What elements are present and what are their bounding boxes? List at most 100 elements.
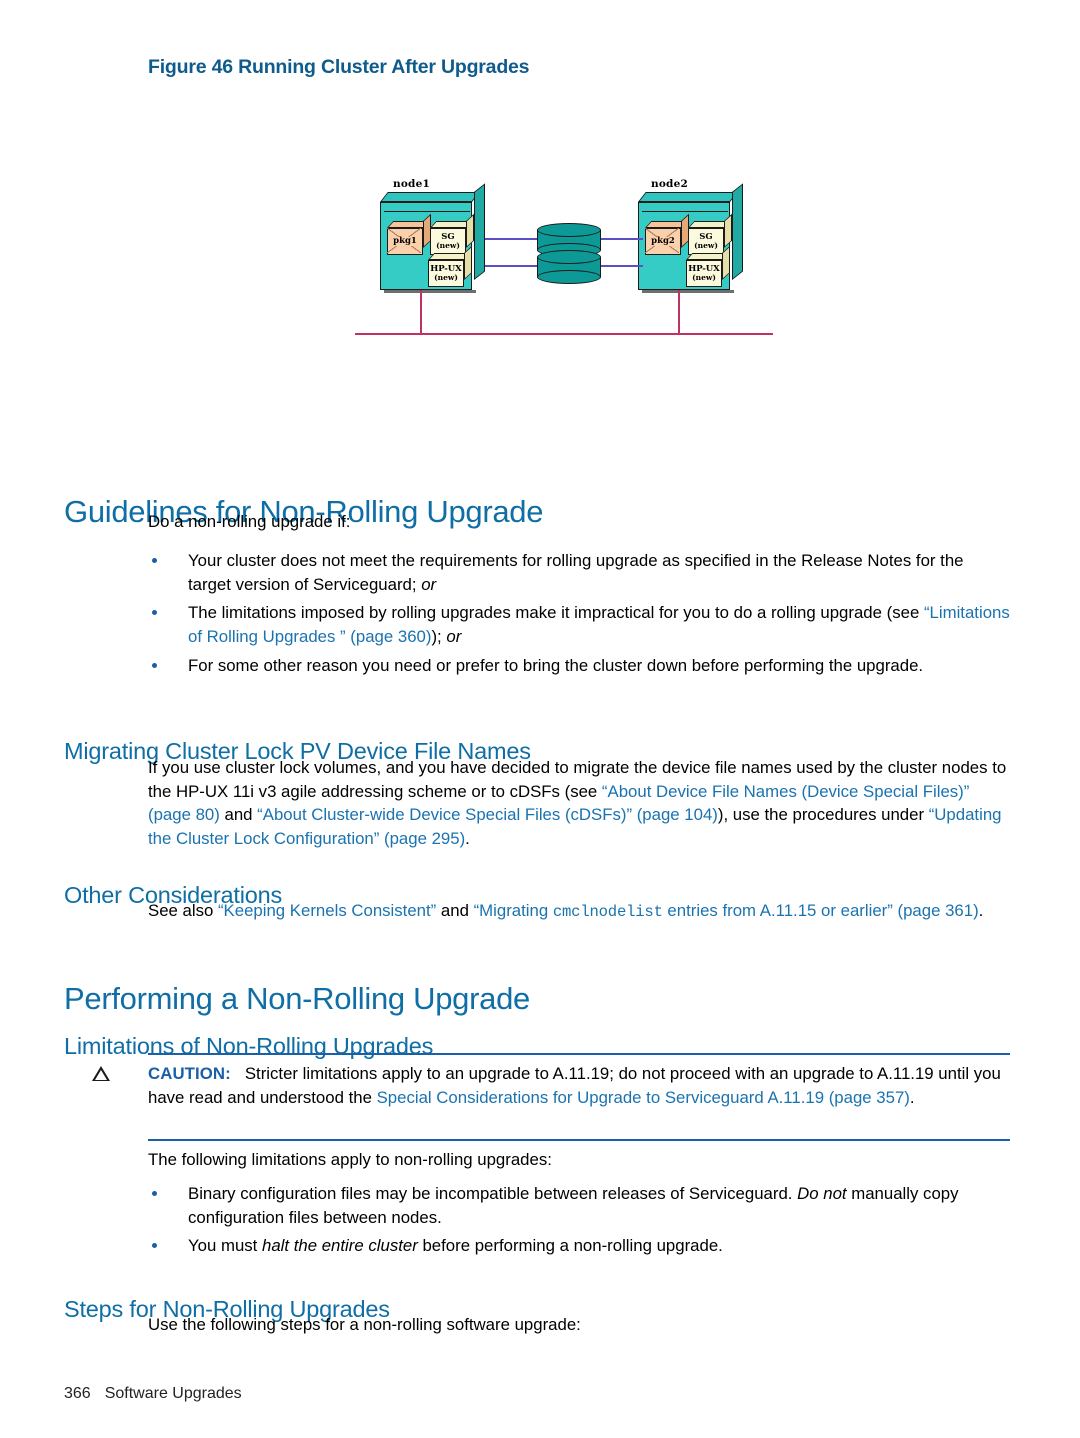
- node2-shadow: [642, 290, 734, 293]
- text-run: or: [421, 574, 437, 594]
- limitations-bullet-1-text: Binary configuration files may be incomp…: [188, 1184, 959, 1227]
- text-run: Do not: [797, 1184, 847, 1203]
- shared-disk-top-top-cap: [537, 223, 601, 237]
- steps-intro-text: Use the following steps for a non-rollin…: [148, 1315, 581, 1334]
- node2-label: node2: [651, 178, 688, 190]
- node1-shadow: [384, 290, 476, 293]
- text-run: before performing a non-rolling upgrade.: [417, 1236, 723, 1255]
- network-drop-node2: [678, 290, 681, 335]
- network-bus-line: [355, 333, 773, 336]
- text-run: Binary configuration files may be incomp…: [188, 1184, 798, 1203]
- text-run: .: [465, 828, 470, 848]
- node2-chassis: pkg2 SG (new) HP-UX (new): [638, 183, 743, 293]
- footer-page-number: 366: [64, 1385, 91, 1402]
- cross-reference-link[interactable]: “About Cluster-wide Device Special Files…: [257, 805, 718, 824]
- guidelines-intro-text: Do a non-rolling upgrade if:: [148, 512, 351, 531]
- caution-rule-top: [148, 1053, 1010, 1055]
- wire-node1-disk-top: [485, 238, 537, 240]
- network-drop-node1: [420, 290, 423, 335]
- other-considerations-paragraph: See also “Keeping Kernels Consistent” an…: [148, 899, 1010, 925]
- caution-text: Stricter limitations apply to an upgrade…: [148, 1064, 1001, 1107]
- text-run: halt the entire cluster: [262, 1236, 418, 1255]
- wire-disk-node2-bottom: [601, 265, 643, 267]
- text-run: and: [219, 805, 258, 824]
- text-run: ), use the procedures under: [717, 805, 929, 824]
- heading-limitations-of-non-rolling-upgrades: Limitations of Non-Rolling Upgrades: [64, 1032, 434, 1059]
- node2-top-face: [638, 192, 738, 202]
- node2-hpux-cube: HP-UX (new): [686, 245, 730, 287]
- cluster-diagram: node1 pkg1 SG (new) HP-UX (new) node2 pk…: [355, 170, 785, 355]
- node1-top-face: [380, 192, 480, 202]
- node1-chassis: pkg1 SG (new) HP-UX (new): [380, 183, 485, 293]
- node1-hpux-label-line2: (new): [434, 273, 458, 283]
- node2-hpux-front: HP-UX (new): [686, 260, 722, 287]
- node2-hpux-side: [722, 245, 730, 280]
- node1-hpux-front: HP-UX (new): [428, 260, 464, 287]
- cross-reference-link[interactable]: “Migrating: [474, 901, 553, 920]
- wire-node1-disk-bottom: [485, 265, 537, 267]
- node1-inner-rule: [384, 211, 470, 212]
- shared-disk-top: [537, 223, 601, 257]
- cross-reference-link[interactable]: “Keeping Kernels Consistent”: [218, 901, 436, 920]
- wire-disk-node2-top: [601, 238, 643, 240]
- guidelines-bullet-2-text: The limitations imposed by rolling upgra…: [188, 603, 1010, 646]
- node1-sg-side: [466, 213, 474, 248]
- node2-package-cube: pkg2: [645, 213, 689, 255]
- node1-sg-front: SG (new): [430, 228, 466, 255]
- heading-performing-a-non-rolling-upgrade: Performing a Non-Rolling Upgrade: [64, 980, 530, 1016]
- caution-block: CAUTION: Stricter limitations apply to an…: [148, 1062, 1010, 1109]
- page-footer: 366 Software Upgrades: [64, 1385, 242, 1403]
- node1-hpux-cube: HP-UX (new): [428, 245, 472, 287]
- bullet-dot-icon: [152, 558, 157, 563]
- guidelines-bullet-1-text: Your cluster does not meet the requireme…: [188, 551, 964, 594]
- text-run: Your cluster does not meet the requireme…: [188, 551, 964, 594]
- shared-disk-bottom-top-cap: [537, 250, 601, 264]
- guidelines-bullet-3-text: For some other reason you need or prefer…: [188, 656, 923, 675]
- limitations-bullet-2: You must halt the entire cluster before …: [148, 1234, 1010, 1258]
- node2-sg-side: [724, 213, 732, 248]
- node2-package-front: pkg2: [645, 228, 681, 255]
- limitations-intro-text: The following limitations apply to non-r…: [148, 1150, 552, 1169]
- node1-side-face: [474, 183, 485, 280]
- text-run: You must: [188, 1236, 263, 1255]
- node2-sg-label-line2: (new): [694, 241, 718, 251]
- node1-sg-label-line2: (new): [436, 241, 460, 251]
- node1-hpux-side: [464, 245, 472, 280]
- limitations-bullet-1: Binary configuration files may be incomp…: [148, 1182, 1010, 1229]
- footer-chapter-title: Software Upgrades: [104, 1385, 242, 1402]
- node1-label: node1: [393, 178, 430, 190]
- bullet-dot-icon: [152, 663, 157, 668]
- guidelines-bullet-3: For some other reason you need or prefer…: [148, 654, 1010, 678]
- caution-label: CAUTION:: [148, 1064, 231, 1083]
- text-run: .: [978, 901, 984, 920]
- cross-reference-link[interactable]: Special Considerations for Upgrade to Se…: [377, 1088, 910, 1107]
- limitations-bullet-2-text: You must halt the entire cluster before …: [188, 1236, 723, 1255]
- caution-rule-bottom: [148, 1139, 1010, 1141]
- shared-disk-bottom-bottom-cap: [537, 270, 601, 284]
- text-run: );: [431, 626, 447, 646]
- node2-sg-front: SG (new): [688, 228, 724, 255]
- node1-package-label: pkg1: [392, 236, 418, 247]
- bullet-dot-icon: [152, 610, 157, 615]
- node1-package-front: pkg1: [387, 228, 423, 255]
- bullet-dot-icon: [152, 1191, 157, 1196]
- node2-package-label: pkg2: [650, 236, 676, 247]
- cross-reference-link[interactable]: entries from A.11.15 or earlier” (page 3…: [663, 901, 978, 920]
- text-run: See also: [148, 901, 218, 920]
- caution-triangle-icon: [92, 1066, 110, 1081]
- shared-disk-bottom: [537, 250, 601, 284]
- text-run: .: [909, 1087, 915, 1107]
- node1-package-cube: pkg1: [387, 213, 431, 255]
- guidelines-bullet-2: The limitations imposed by rolling upgra…: [148, 601, 1010, 648]
- text-run: or: [446, 626, 462, 646]
- migrating-paragraph: If you use cluster lock volumes, and you…: [148, 756, 1010, 850]
- node2-hpux-label-line2: (new): [692, 273, 716, 283]
- node2-inner-rule: [642, 211, 728, 212]
- figure-caption: Figure 46 Running Cluster After Upgrades: [148, 56, 530, 78]
- cross-reference-link[interactable]: cmclnodelist: [553, 903, 663, 921]
- text-run: and: [436, 901, 474, 920]
- bullet-dot-icon: [152, 1243, 157, 1248]
- node2-side-face: [732, 183, 743, 280]
- guidelines-bullet-1: Your cluster does not meet the requireme…: [148, 549, 1010, 596]
- text-run: The limitations imposed by rolling upgra…: [188, 603, 924, 622]
